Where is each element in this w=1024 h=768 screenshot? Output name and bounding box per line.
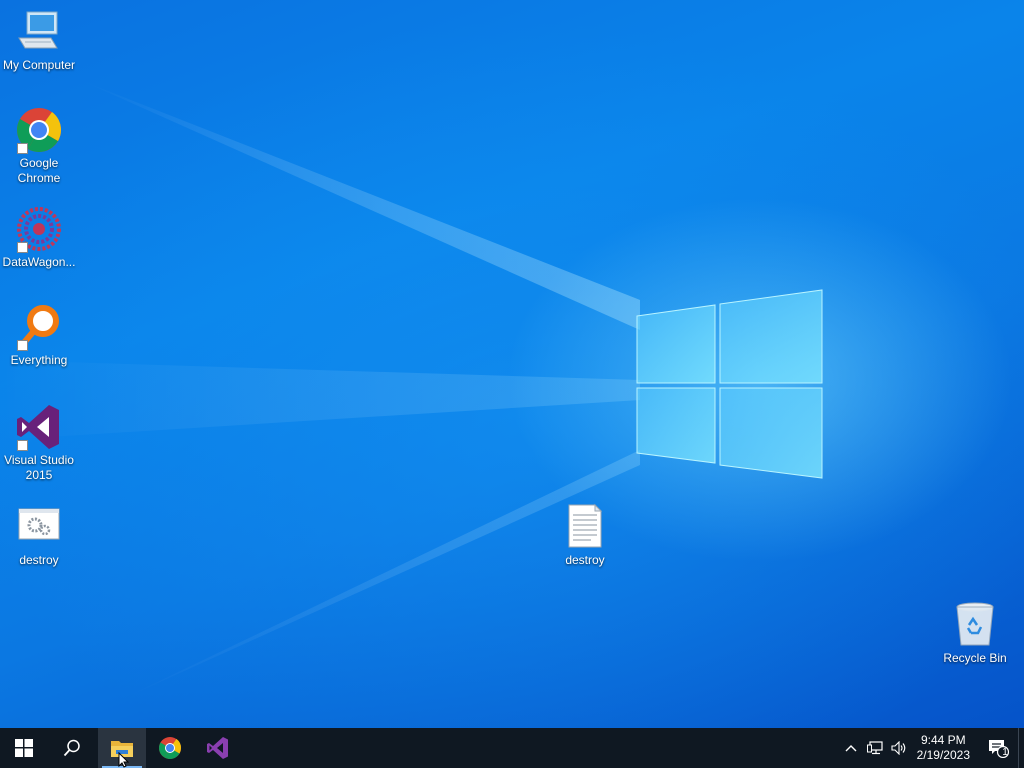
visual-studio-icon [207, 737, 228, 759]
desktop-icon-label: DataWagon... [2, 255, 76, 269]
desktop-icon-label: My Computer [2, 58, 76, 72]
text-document-icon [561, 503, 609, 551]
desktop-icon-everything[interactable]: Everything [0, 303, 78, 368]
wallpaper-windows-logo [0, 80, 823, 700]
computer-icon [15, 8, 63, 56]
desktop-icon-destroy-txt[interactable]: destroy [546, 503, 624, 568]
desktop-icon-label: Everything [10, 353, 68, 367]
shortcut-arrow-icon [17, 143, 28, 154]
desktop-icon-recycle-bin[interactable]: Recycle Bin [936, 601, 1014, 666]
desktop-icon-label: destroy [19, 553, 59, 567]
chevron-up-icon [845, 745, 857, 752]
desktop-icon-my-computer[interactable]: My Computer [0, 8, 78, 73]
clock-time: 9:44 PM [920, 733, 966, 747]
show-desktop-button[interactable] [1018, 728, 1024, 768]
shortcut-arrow-icon [17, 340, 28, 351]
volume-button[interactable] [887, 728, 911, 768]
taskbar-visual-studio[interactable] [194, 728, 242, 768]
clock-date: 2/19/2023 [916, 748, 970, 762]
visual-studio-icon [15, 403, 63, 451]
mouse-cursor-icon [118, 752, 130, 768]
taskbar-clock[interactable]: 9:44 PM 2/19/2023 [911, 733, 978, 763]
everything-search-icon [15, 303, 63, 351]
application-gear-icon [15, 503, 63, 551]
shortcut-arrow-icon [17, 242, 28, 253]
action-center-button[interactable]: 1 [978, 728, 1018, 768]
chrome-icon [159, 737, 182, 759]
desktop-icon-label: Google Chrome [17, 156, 61, 185]
desktop-icon-datawagon[interactable]: DataWagon... [0, 205, 78, 270]
desktop-icon-google-chrome[interactable]: Google Chrome [0, 106, 78, 186]
search-button[interactable] [48, 728, 96, 768]
desktop-icon-destroy-exe[interactable]: destroy [0, 503, 78, 568]
desktop-icon-label: Visual Studio 2015 [4, 453, 74, 482]
datawagon-icon [15, 205, 63, 253]
volume-icon [891, 741, 905, 755]
network-button[interactable] [863, 728, 887, 768]
recycle-bin-icon [951, 601, 999, 649]
network-icon [866, 741, 883, 755]
desktop-icon-label: Recycle Bin [943, 651, 1007, 665]
taskbar-chrome[interactable] [146, 728, 194, 768]
windows-logo-icon [15, 739, 33, 757]
shortcut-arrow-icon [17, 440, 28, 451]
desktop[interactable]: My Computer Google Chrome DataWagon... E… [0, 0, 1024, 728]
show-hidden-icons-button[interactable] [839, 728, 863, 768]
desktop-icon-visual-studio-2015[interactable]: Visual Studio 2015 [0, 403, 78, 483]
system-tray: 9:44 PM 2/19/2023 1 [839, 728, 1024, 768]
notification-count-badge: 1 [1002, 747, 1008, 758]
chrome-icon [15, 106, 63, 154]
start-button[interactable] [0, 728, 48, 768]
search-icon [63, 739, 80, 757]
taskbar: 9:44 PM 2/19/2023 1 [0, 728, 1024, 768]
desktop-icon-label: destroy [565, 553, 605, 567]
